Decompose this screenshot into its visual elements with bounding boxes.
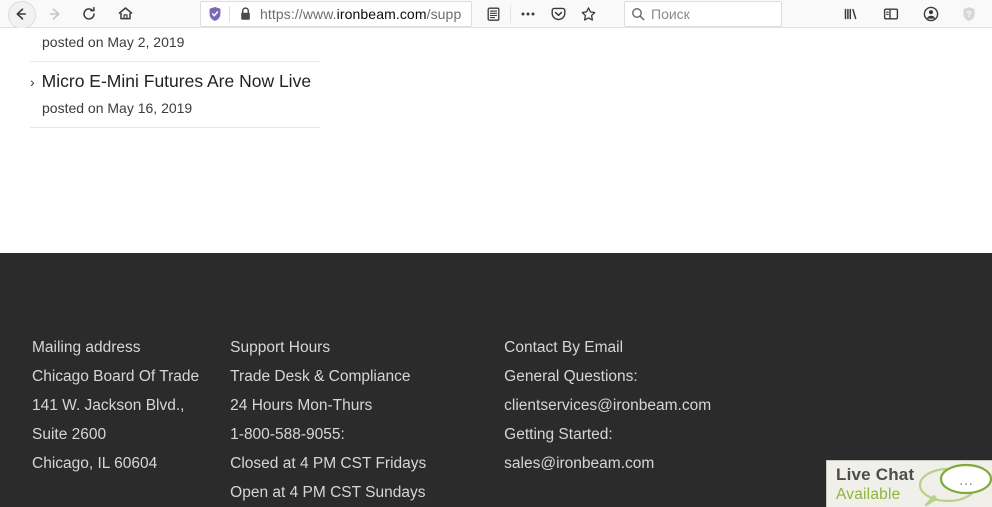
account-button[interactable] [916, 1, 946, 27]
back-button[interactable] [6, 0, 36, 29]
ellipsis-icon [521, 12, 535, 16]
pocket-button[interactable] [543, 1, 573, 27]
search-icon [632, 8, 645, 21]
sidebar-button[interactable] [876, 1, 906, 27]
tracking-shield-icon[interactable] [201, 6, 229, 22]
star-icon [581, 7, 595, 21]
url-host: ironbeam.com [336, 6, 427, 22]
browser-toolbar: https://www.ironbeam.com/supp Поиск ? [0, 0, 992, 29]
blog-post-date: posted on May 2, 2019 [42, 33, 185, 50]
urlbar-action-icons [478, 1, 603, 27]
search-icon-box [625, 7, 651, 21]
connection-lock-icon[interactable] [230, 6, 260, 22]
bookmark-button[interactable] [573, 1, 603, 27]
blog-post-title[interactable]: Micro E-Mini Futures Are Now Live [42, 70, 311, 93]
search-input[interactable]: Поиск [651, 6, 690, 22]
blog-post-date: posted on May 16, 2019 [42, 99, 193, 116]
help-icon: ? [963, 7, 975, 21]
toolbar-right-icons: ? [836, 1, 990, 27]
arrow-left-icon [16, 7, 26, 20]
url-path: /supp [426, 6, 462, 22]
chat-bubble-icon: … [912, 463, 992, 507]
help-button[interactable]: ? [954, 1, 984, 27]
reader-view-button[interactable] [478, 1, 508, 27]
account-icon [923, 6, 939, 22]
arrow-right-icon [50, 7, 60, 20]
library-icon [844, 8, 857, 20]
home-icon [118, 7, 132, 20]
list-item[interactable]: › Micro E-Mini Futures FAQs posted on Ma… [30, 28, 320, 62]
pocket-icon [551, 7, 565, 21]
reader-view-icon [487, 7, 499, 21]
url-text: https://www.ironbeam.com/supp [260, 6, 471, 22]
page-viewport: › Micro E-Mini Futures FAQs posted on Ma… [0, 28, 992, 507]
live-chat-title: Live Chat [836, 465, 915, 484]
url-bar[interactable]: https://www.ironbeam.com/supp [200, 1, 472, 27]
blog-post-list: › Micro E-Mini Futures FAQs posted on Ma… [30, 28, 320, 128]
shield-icon [209, 7, 221, 21]
toolbar-divider [510, 5, 511, 23]
sidebar-icon [883, 8, 899, 20]
svg-text:?: ? [966, 9, 971, 19]
live-chat-status: Available [836, 486, 901, 503]
chat-dots: … [959, 472, 974, 489]
list-item[interactable]: › Micro E-Mini Futures Are Now Live post… [30, 62, 320, 128]
chat-bubble-shape: … [918, 463, 992, 507]
forward-button [40, 1, 70, 27]
home-button[interactable] [110, 1, 140, 27]
page-actions-button[interactable] [513, 1, 543, 27]
library-button[interactable] [836, 1, 866, 27]
live-chat-widget[interactable]: … Live Chat Available [826, 460, 992, 507]
chevron-right-icon: › [30, 73, 35, 90]
blog-title-row[interactable]: › Micro E-Mini Futures Are Now Live [30, 62, 320, 93]
padlock-icon [240, 7, 250, 20]
search-bar[interactable]: Поиск [624, 1, 782, 27]
live-chat-text: Live Chat Available [836, 465, 914, 504]
url-scheme: https://www. [260, 6, 337, 22]
reload-button[interactable] [74, 1, 104, 27]
reload-icon [83, 6, 95, 20]
